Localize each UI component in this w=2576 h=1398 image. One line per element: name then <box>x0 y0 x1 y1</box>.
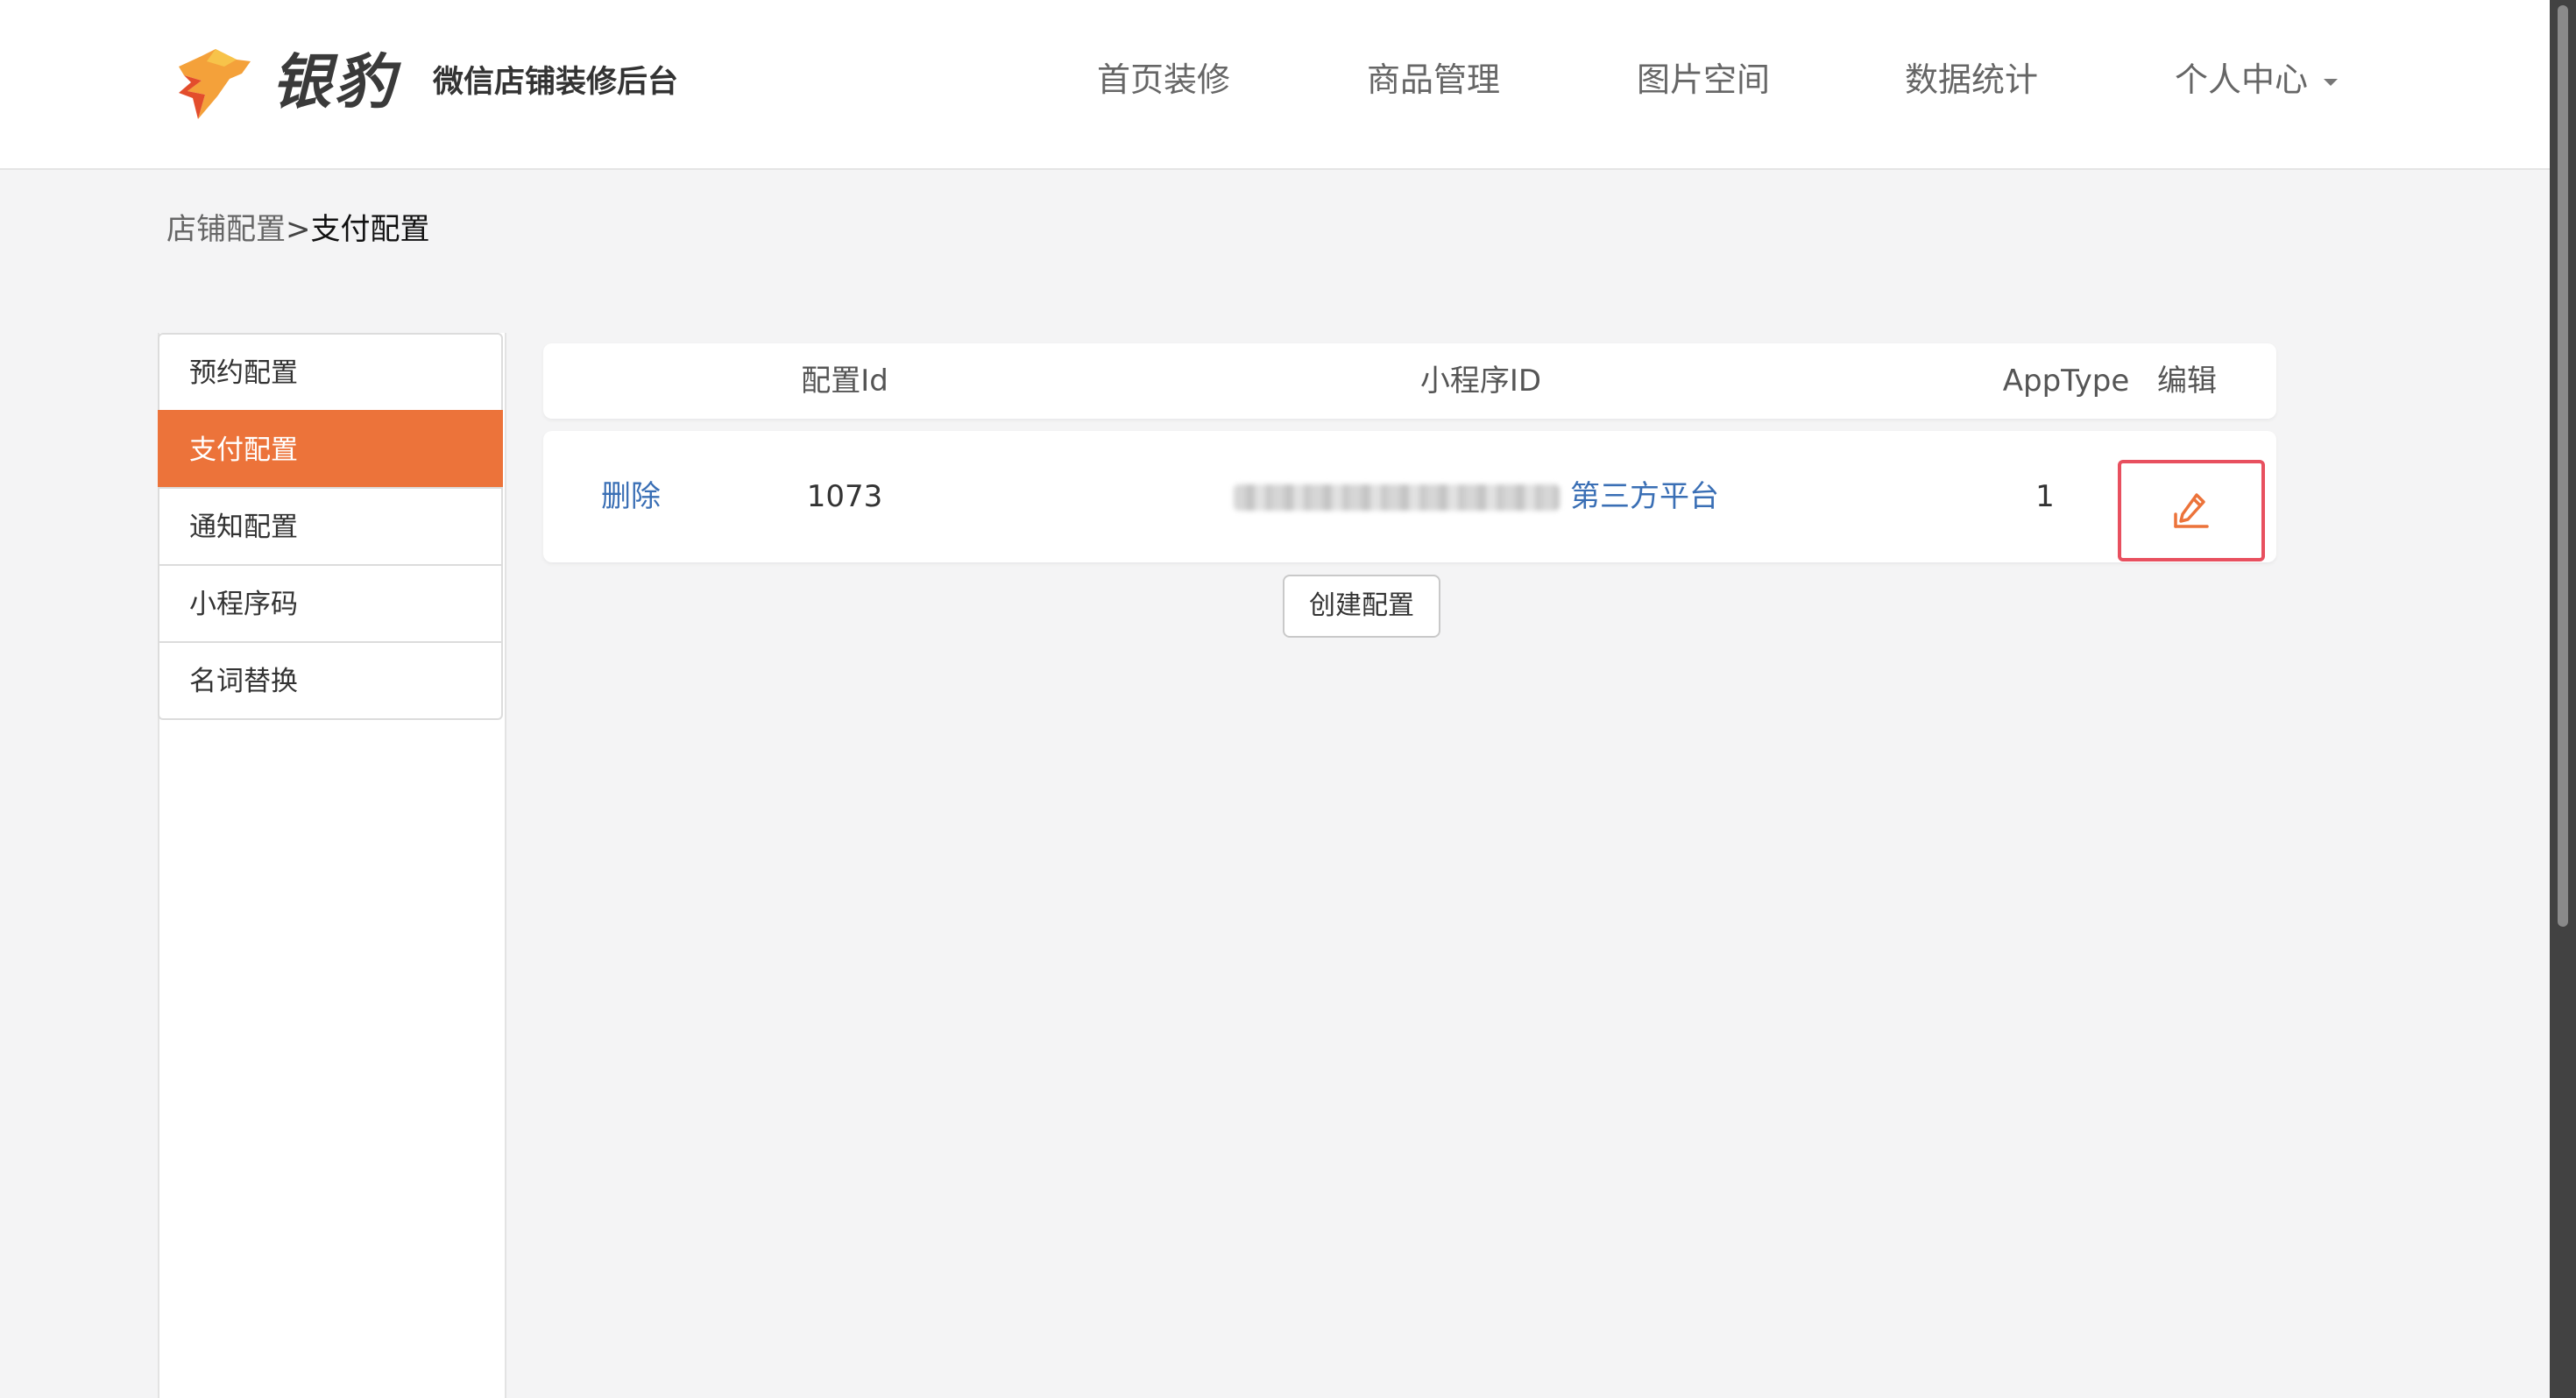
breadcrumb-parent[interactable]: 店铺配置 <box>166 212 286 247</box>
third-party-platform-link[interactable]: 第三方平台 <box>1570 431 1719 562</box>
sidebar-menu: 预约配置 支付配置 通知配置 小程序码 名词替换 <box>158 333 503 720</box>
breadcrumb: 店铺配置>支付配置 <box>166 205 430 254</box>
sidebar-item-notification-config[interactable]: 通知配置 <box>158 487 503 566</box>
sidebar-item-reservation-config[interactable]: 预约配置 <box>158 333 503 412</box>
delete-link[interactable]: 删除 <box>601 431 661 562</box>
nav-data-statistics[interactable]: 数据统计 <box>1905 51 2038 109</box>
column-header-edit: 编辑 <box>2157 364 2217 399</box>
breadcrumb-current: 支付配置 <box>310 212 430 247</box>
nav-image-space[interactable]: 图片空间 <box>1637 51 1770 109</box>
mini-program-id-redacted <box>1234 484 1560 511</box>
app-type-cell: 1 <box>2035 479 2055 514</box>
table-header: 配置Id 小程序ID AppType 编辑 <box>543 343 2276 419</box>
nav-product-management[interactable]: 商品管理 <box>1367 51 1500 109</box>
sidebar-item-mini-program-code[interactable]: 小程序码 <box>158 564 503 643</box>
caret-down-icon <box>2324 78 2339 86</box>
brand-name: 银豹 <box>272 48 399 117</box>
sidebar-item-payment-config[interactable]: 支付配置 <box>158 410 503 489</box>
nav-home-decoration[interactable]: 首页装修 <box>1097 51 1230 109</box>
sidebar-item-term-replacement[interactable]: 名词替换 <box>158 641 503 720</box>
leopard-logo-icon[interactable] <box>172 44 252 123</box>
scrollbar-thumb[interactable] <box>2558 5 2568 927</box>
column-header-app-type: AppType <box>2002 364 2130 399</box>
nav-personal-center-label: 个人中心 <box>2175 60 2309 99</box>
breadcrumb-separator: > <box>286 212 311 247</box>
column-header-config-id: 配置Id <box>801 364 888 399</box>
nav-personal-center[interactable]: 个人中心 <box>2175 51 2339 109</box>
config-id-cell: 1073 <box>806 479 883 514</box>
create-config-button[interactable]: 创建配置 <box>1283 575 1440 638</box>
site-subtitle: 微信店铺装修后台 <box>433 65 679 100</box>
pencil-edit-icon <box>2174 493 2209 528</box>
column-header-mini-program-id: 小程序ID <box>1419 364 1542 399</box>
edit-button[interactable] <box>2118 460 2265 561</box>
top-header: 银豹 微信店铺装修后台 首页装修 商品管理 图片空间 数据统计 个人中心 <box>0 0 2550 170</box>
table-row: 删除 1073 第三方平台 1 <box>543 431 2276 562</box>
